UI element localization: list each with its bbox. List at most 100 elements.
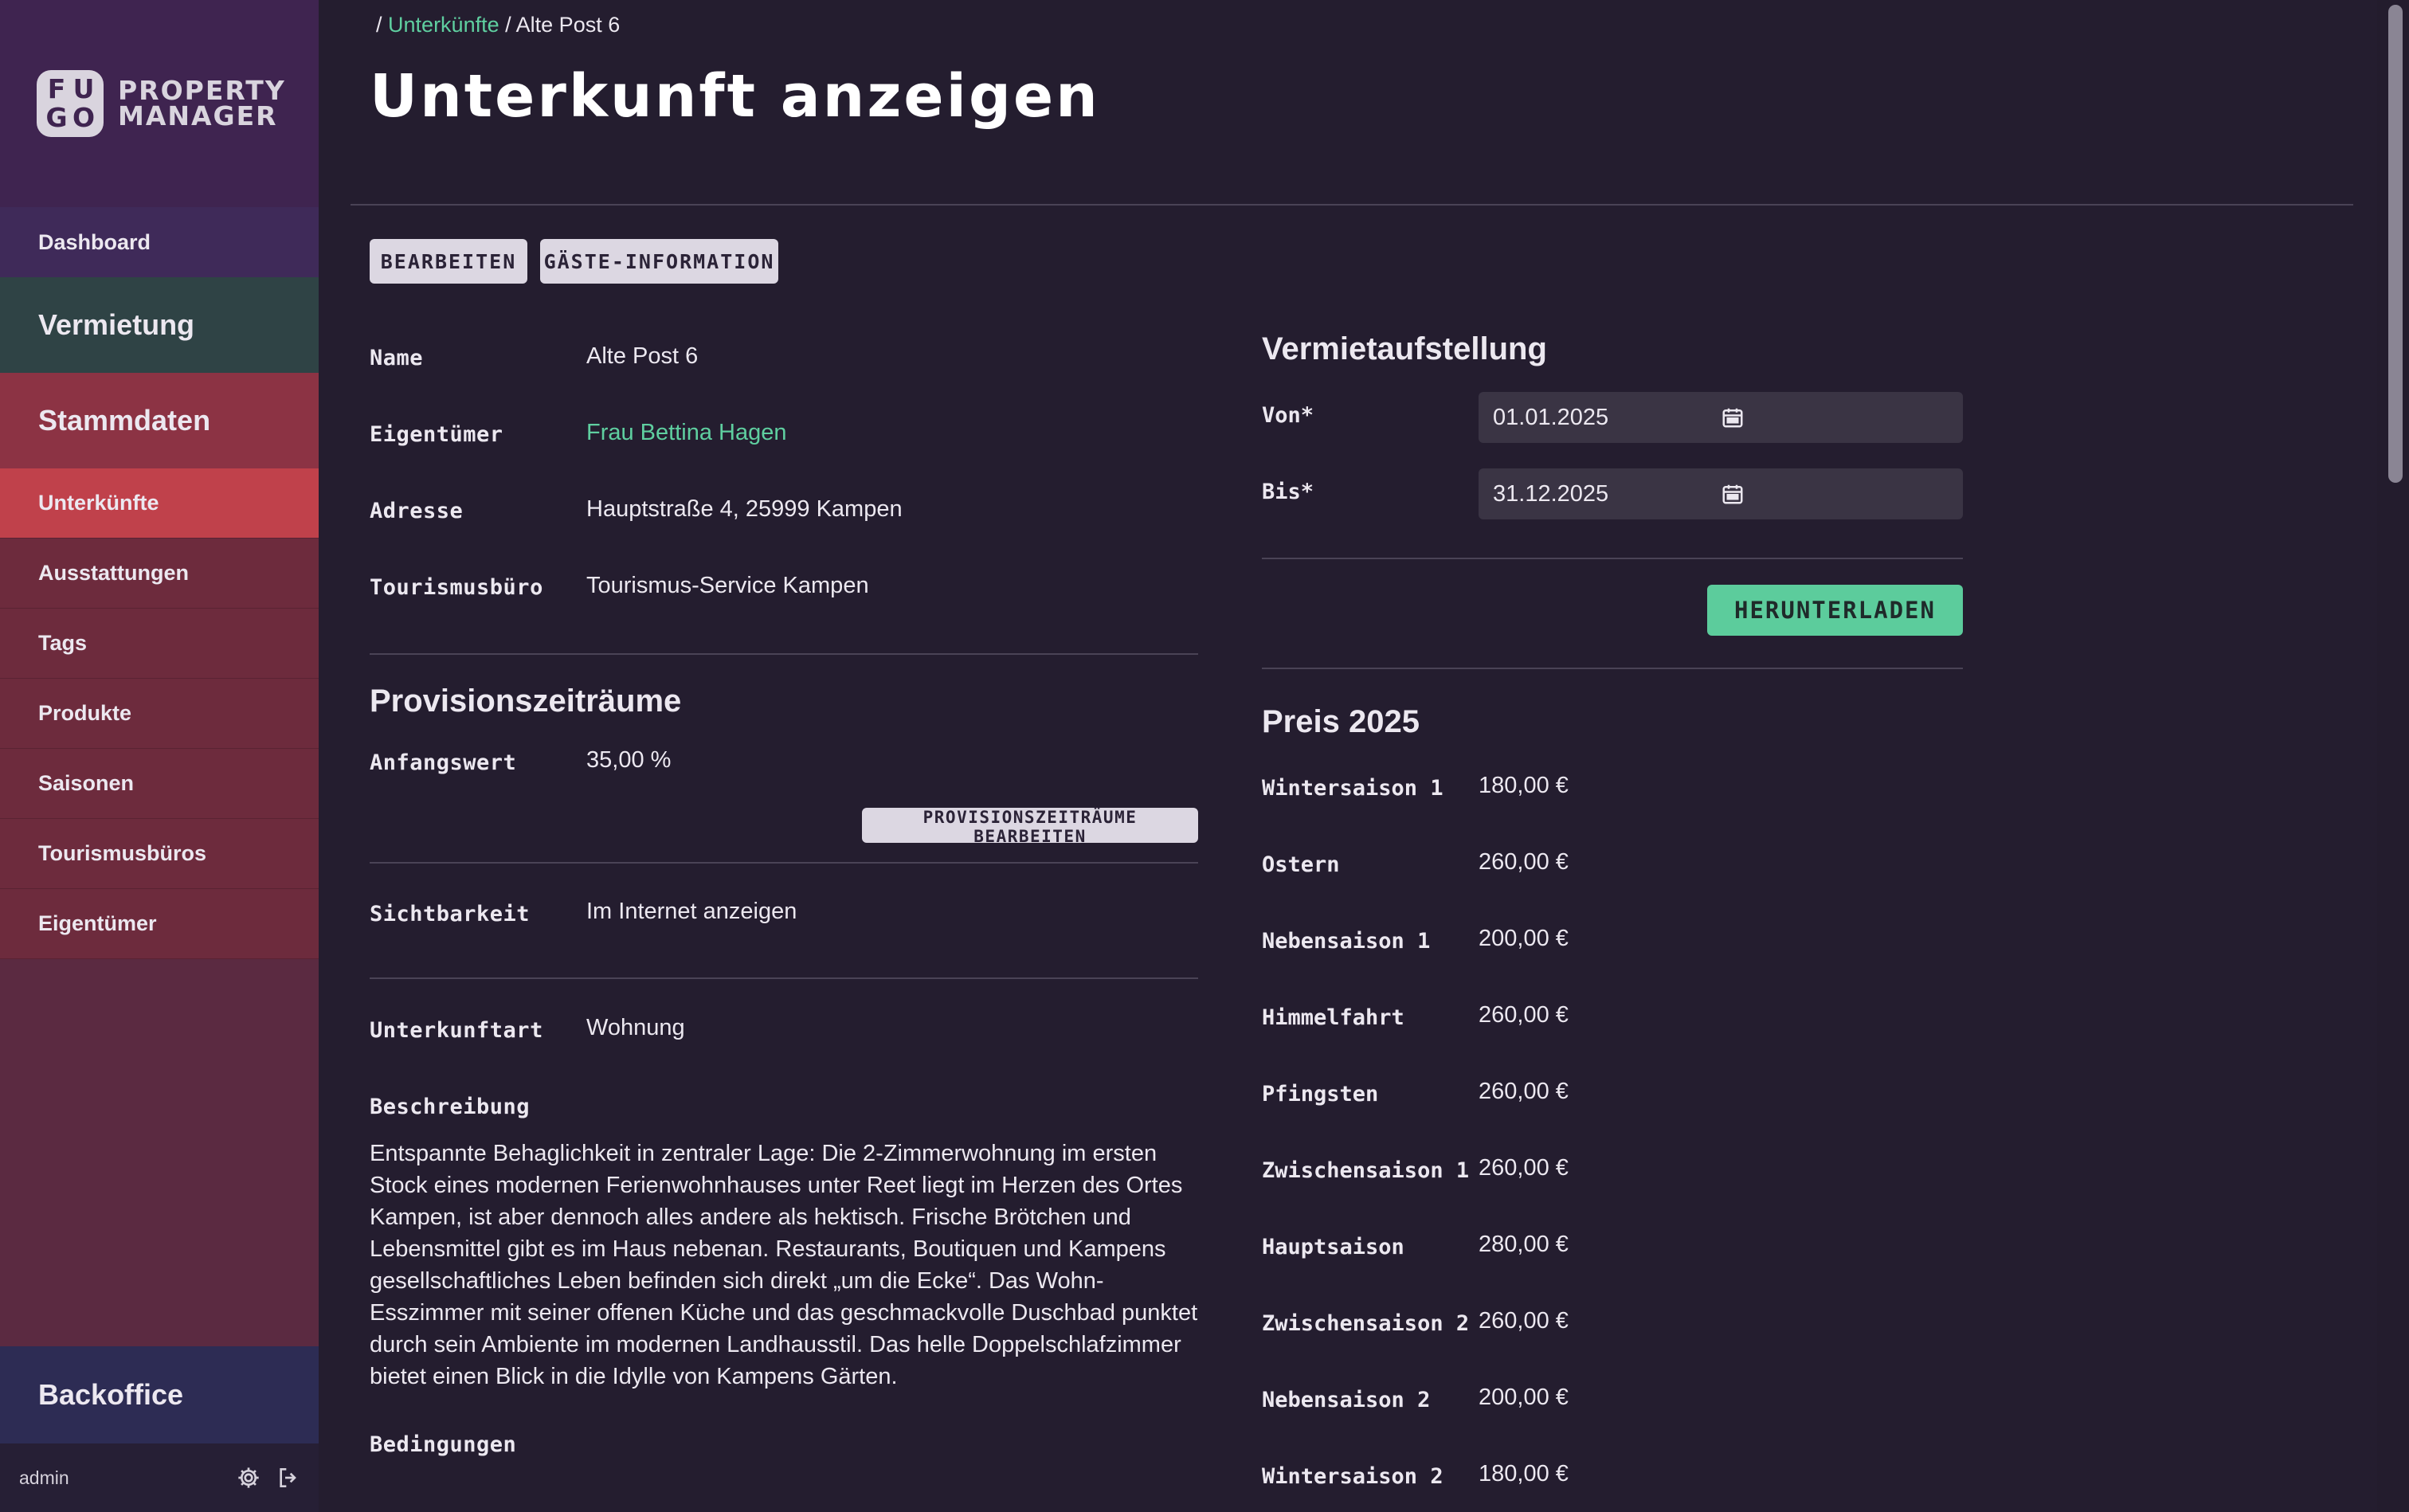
name-label: Name: [370, 346, 424, 370]
from-date-input[interactable]: 01.01.2025: [1479, 392, 1963, 443]
nav-stammdaten-label: Stammdaten: [38, 404, 211, 437]
scrollbar-thumb[interactable]: [2388, 5, 2403, 483]
logo-mark: F U G O: [37, 70, 104, 137]
logo-letter: G: [45, 102, 68, 133]
conditions-label: Bedingungen: [370, 1432, 517, 1457]
gear-icon[interactable]: [236, 1465, 261, 1490]
sidebar-item-label: Produkte: [38, 701, 132, 725]
breadcrumb-link-unterkuenfte[interactable]: Unterkünfte: [388, 13, 499, 37]
page-title: Unterkunft anzeigen: [370, 62, 1100, 131]
main-content: / Unterkünfte / Alte Post 6 Unterkunft a…: [319, 0, 2377, 1512]
accommodation-type-value: Wohnung: [586, 1015, 685, 1040]
divider: [370, 977, 1198, 979]
provision-start-label: Anfangswert: [370, 750, 517, 775]
visibility-label: Sichtbarkeit: [370, 902, 531, 926]
calendar-icon[interactable]: [1721, 482, 1949, 506]
sidebar-item-label: Tourismusbüros: [38, 841, 207, 865]
divider: [370, 862, 1198, 864]
edit-provision-periods-button[interactable]: PROVISIONSZEITRÄUME BEARBEITEN: [862, 808, 1198, 846]
visibility-value: Im Internet anzeigen: [586, 899, 797, 924]
price-season-label: Nebensaison 1: [1262, 929, 1431, 954]
price-value: 260,00 €: [1479, 1155, 1569, 1181]
logo-letter: O: [72, 102, 96, 133]
price-season-label: Hauptsaison: [1262, 1235, 1404, 1259]
brand-name: PROPERTY MANAGER: [118, 77, 286, 131]
price-season-label: Zwischensaison 2: [1262, 1311, 1470, 1336]
price-value: 260,00 €: [1479, 1079, 1569, 1104]
tourism-office-value: Tourismus-Service Kampen: [586, 573, 869, 598]
price-season-label: Wintersaison 1: [1262, 776, 1443, 801]
to-date-input[interactable]: 31.12.2025: [1479, 468, 1963, 519]
price-value: 260,00 €: [1479, 1308, 1569, 1334]
price-season-label: Zwischensaison 1: [1262, 1158, 1470, 1183]
price-section-title: Preis 2025: [1262, 704, 1420, 739]
price-season-label: Ostern: [1262, 852, 1340, 877]
sidebar-item-tags[interactable]: Tags: [0, 609, 319, 679]
nav-backoffice[interactable]: Backoffice: [0, 1346, 319, 1443]
breadcrumb-current: Alte Post 6: [515, 13, 621, 37]
sidebar-item-eigentuemer[interactable]: Eigentümer: [0, 889, 319, 959]
divider: [1262, 558, 1963, 559]
owner-label: Eigentümer: [370, 422, 503, 447]
price-season-label: Himmelfahrt: [1262, 1005, 1404, 1030]
nav-dashboard[interactable]: Dashboard: [0, 207, 319, 277]
sidebar-item-unterkuenfte[interactable]: Unterkünfte: [0, 468, 319, 539]
price-value: 260,00 €: [1479, 1002, 1569, 1028]
sidebar-spacer: [0, 959, 319, 1346]
to-date-value: 31.12.2025: [1493, 480, 1609, 507]
sidebar-item-tourismusbueros[interactable]: Tourismusbüros: [0, 819, 319, 889]
nav-vermietung[interactable]: Vermietung: [0, 277, 319, 373]
price-season-label: Nebensaison 2: [1262, 1388, 1431, 1412]
logout-icon[interactable]: [276, 1465, 301, 1490]
sidebar-item-label: Saisonen: [38, 771, 135, 795]
address-value: Hauptstraße 4, 25999 Kampen: [586, 496, 903, 522]
sidebar-item-ausstattungen[interactable]: Ausstattungen: [0, 539, 319, 609]
description-label: Beschreibung: [370, 1095, 531, 1119]
price-season-label: Pfingsten: [1262, 1082, 1379, 1107]
sidebar-item-label: Ausstattungen: [38, 561, 189, 585]
price-value: 180,00 €: [1479, 773, 1569, 798]
breadcrumb: / Unterkünfte / Alte Post 6: [376, 13, 620, 37]
price-value: 280,00 €: [1479, 1232, 1569, 1257]
scrollbar-track[interactable]: [2377, 0, 2409, 1512]
download-button[interactable]: HERUNTERLADEN: [1707, 585, 1963, 636]
nav-dashboard-label: Dashboard: [38, 229, 151, 254]
nav-backoffice-label: Backoffice: [38, 1378, 184, 1411]
edit-button[interactable]: BEARBEITEN: [370, 239, 527, 284]
price-value: 200,00 €: [1479, 926, 1569, 951]
price-value: 200,00 €: [1479, 1385, 1569, 1410]
guest-info-button[interactable]: GÄSTE-INFORMATION: [540, 239, 778, 284]
logo-letter: U: [72, 73, 95, 104]
sidebar-item-label: Unterkünfte: [38, 491, 159, 515]
sidebar-item-label: Eigentümer: [38, 911, 157, 935]
price-season-label: Wintersaison 2: [1262, 1464, 1443, 1489]
to-date-label: Bis*: [1262, 480, 1314, 504]
logo-letter: F: [47, 73, 66, 104]
calendar-icon[interactable]: [1721, 405, 1949, 429]
breadcrumb-separator: /: [505, 13, 511, 37]
sidebar-item-produkte[interactable]: Produkte: [0, 679, 319, 749]
sidebar: F U G O PROPERTY MANAGER Dashboard Vermi…: [0, 0, 319, 1512]
divider: [351, 204, 2353, 206]
brand-line-2: MANAGER: [118, 100, 278, 131]
sidebar-item-saisonen[interactable]: Saisonen: [0, 749, 319, 819]
sidebar-item-label: Tags: [38, 631, 88, 655]
description-text: Entspannte Behaglichkeit in zentraler La…: [370, 1141, 1198, 1389]
rental-report-title: Vermietaufstellung: [1262, 331, 1547, 366]
accommodation-type-label: Unterkunftart: [370, 1018, 543, 1043]
sidebar-footer: admin: [0, 1443, 319, 1512]
provision-section-title: Provisionszeiträume: [370, 684, 682, 719]
nav-vermietung-label: Vermietung: [38, 308, 195, 341]
tourism-office-label: Tourismusbüro: [370, 575, 543, 600]
name-value: Alte Post 6: [586, 343, 699, 369]
owner-link[interactable]: Frau Bettina Hagen: [586, 420, 786, 446]
divider: [1262, 668, 1963, 669]
nav-stammdaten[interactable]: Stammdaten: [0, 373, 319, 468]
brand-logo[interactable]: F U G O PROPERTY MANAGER: [0, 0, 319, 207]
breadcrumb-separator: /: [376, 13, 382, 37]
address-label: Adresse: [370, 499, 464, 523]
price-value: 180,00 €: [1479, 1461, 1569, 1487]
from-date-label: Von*: [1262, 403, 1314, 428]
provision-start-value: 35,00 %: [586, 747, 672, 773]
from-date-value: 01.01.2025: [1493, 404, 1609, 430]
